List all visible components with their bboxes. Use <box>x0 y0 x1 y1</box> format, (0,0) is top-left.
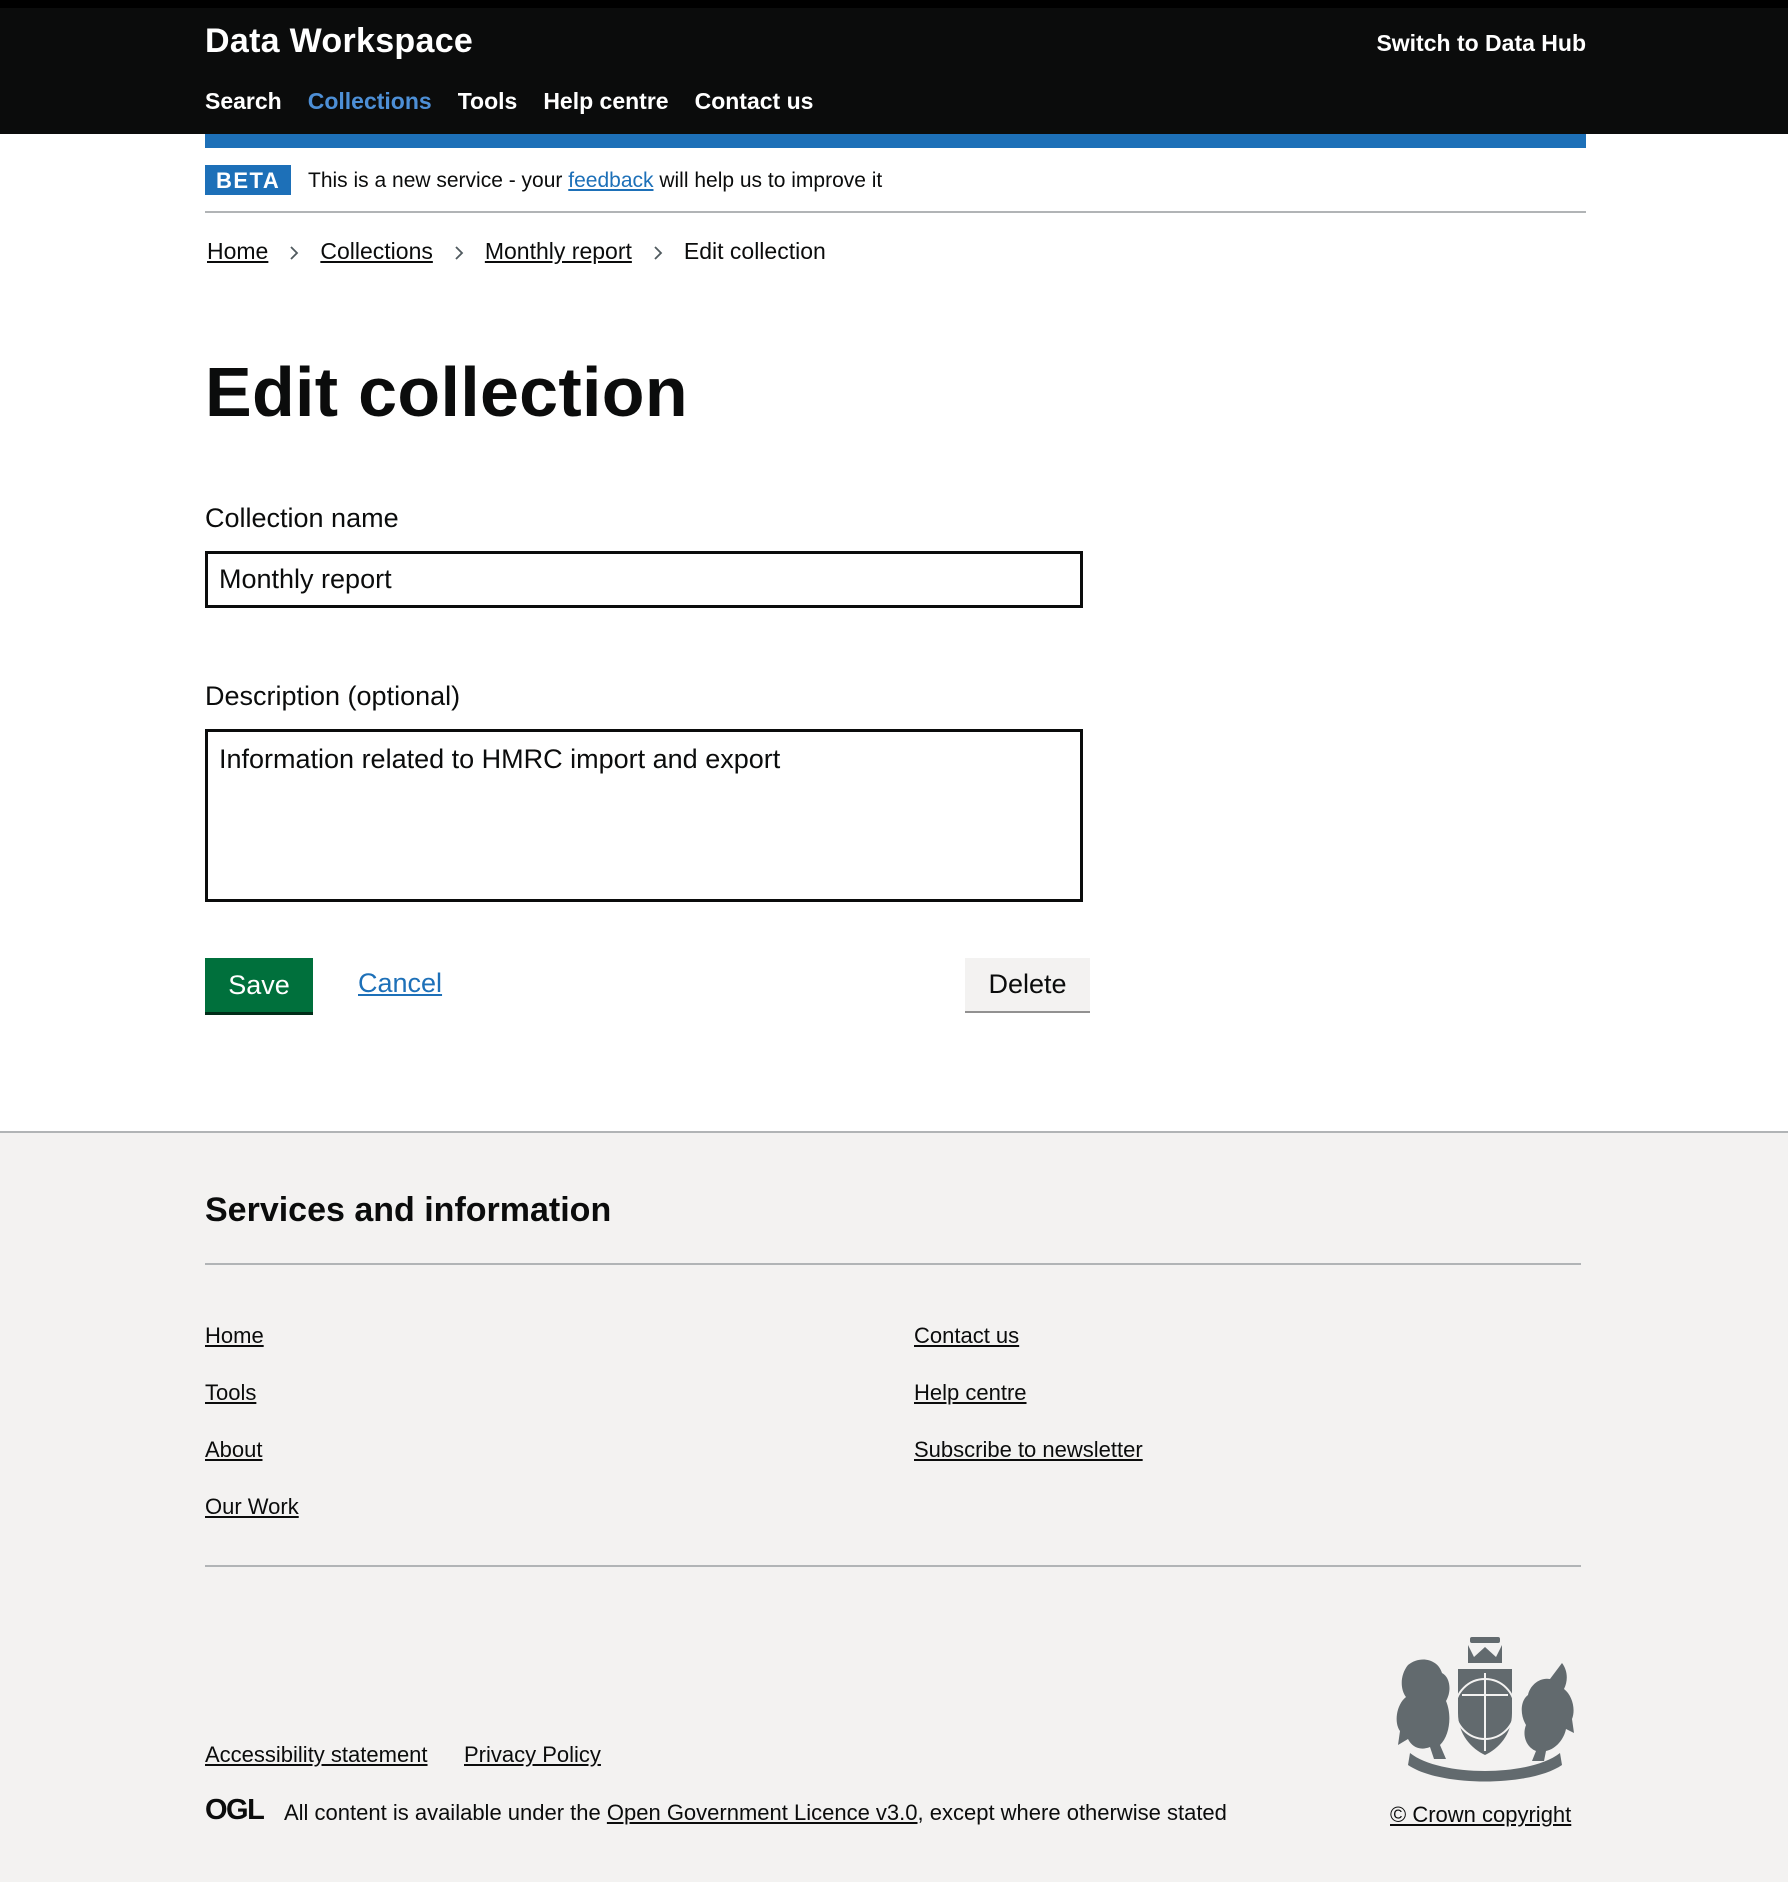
main-nav: Search Collections Tools Help centre Con… <box>205 88 839 115</box>
ogl-text-after: , except where otherwise stated <box>917 1800 1227 1825</box>
cancel-link[interactable]: Cancel <box>358 968 442 999</box>
breadcrumb-monthly-report[interactable]: Monthly report <box>485 238 632 265</box>
nav-item-contact-us[interactable]: Contact us <box>695 88 814 115</box>
footer-link-help-centre[interactable]: Help centre <box>914 1380 1027 1406</box>
breadcrumb-home[interactable]: Home <box>207 238 268 265</box>
save-button[interactable]: Save <box>205 958 313 1012</box>
description-label: Description (optional) <box>205 681 461 711</box>
footer-link-home[interactable]: Home <box>205 1323 264 1349</box>
accessibility-statement-link[interactable]: Accessibility statement <box>205 1742 428 1768</box>
ogl-logo-text: OGL <box>205 1796 264 1822</box>
chevron-right-icon <box>649 238 667 265</box>
feedback-link[interactable]: feedback <box>568 169 653 192</box>
footer-heading: Services and information <box>205 1191 612 1229</box>
ogl-text-before: All content is available under the <box>284 1800 601 1825</box>
beta-text-after: will help us to improve it <box>659 169 883 192</box>
header-blue-bar <box>205 134 1586 148</box>
breadcrumb: Home Collections Monthly report Edit col… <box>207 238 826 265</box>
nav-item-help-centre[interactable]: Help centre <box>543 88 668 115</box>
beta-text: This is a new service - your feedback wi… <box>308 169 882 193</box>
beta-tag: BETA <box>205 165 292 195</box>
footer-link-tools[interactable]: Tools <box>205 1380 256 1406</box>
breadcrumb-collections[interactable]: Collections <box>320 238 433 265</box>
footer-link-subscribe[interactable]: Subscribe to newsletter <box>914 1437 1143 1463</box>
brand-link[interactable]: Data Workspace <box>205 22 473 61</box>
description-textarea[interactable]: Information related to HMRC import and e… <box>205 729 1083 902</box>
footer-link-our-work[interactable]: Our Work <box>205 1494 299 1520</box>
royal-coat-of-arms-icon <box>1396 1637 1574 1782</box>
footer-divider <box>205 1565 1581 1567</box>
breadcrumb-current: Edit collection <box>683 238 826 264</box>
ogl-licence-link[interactable]: Open Government Licence v3.0 <box>607 1800 918 1825</box>
beta-banner: BETA This is a new service - your feedba… <box>205 165 1586 213</box>
footer-link-about[interactable]: About <box>205 1437 263 1463</box>
page-title: Edit collection <box>205 353 688 431</box>
beta-text-before: This is a new service - your <box>308 169 563 192</box>
delete-button[interactable]: Delete <box>965 958 1090 1011</box>
nav-item-tools[interactable]: Tools <box>458 88 518 115</box>
nav-item-collections[interactable]: Collections <box>308 88 432 115</box>
header-top-strip <box>0 0 1788 8</box>
site-footer: Services and information Home Tools Abou… <box>0 1131 1788 1882</box>
footer-link-contact-us[interactable]: Contact us <box>914 1323 1019 1349</box>
collection-name-label: Collection name <box>205 503 399 533</box>
ogl-licence-text: All content is available under the Open … <box>284 1800 1227 1826</box>
footer-divider <box>205 1263 1581 1265</box>
site-header: Data Workspace Switch to Data Hub Search… <box>0 0 1788 134</box>
switch-to-data-hub-link[interactable]: Switch to Data Hub <box>1376 30 1586 57</box>
chevron-right-icon <box>285 238 303 265</box>
ogl-logo-icon: OGL <box>205 1796 265 1822</box>
chevron-right-icon <box>450 238 468 265</box>
nav-item-search[interactable]: Search <box>205 88 282 115</box>
crown-copyright-link[interactable]: © Crown copyright <box>1390 1802 1571 1828</box>
collection-name-input[interactable] <box>205 551 1083 608</box>
privacy-policy-link[interactable]: Privacy Policy <box>464 1742 601 1768</box>
